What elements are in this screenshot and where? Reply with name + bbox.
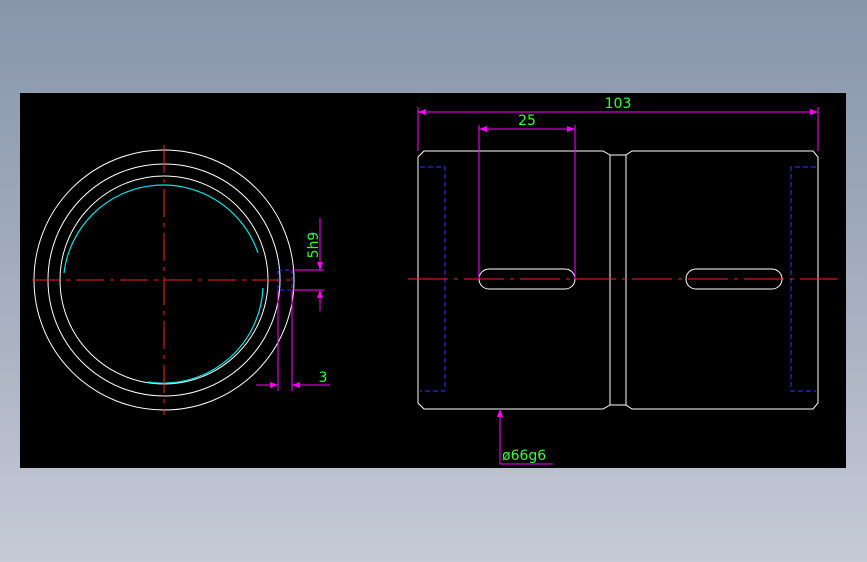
dim-3-text: 3 xyxy=(319,370,328,386)
thread-arc-lower xyxy=(147,287,264,384)
side-view: 103 25 ø66g6 xyxy=(408,96,838,465)
left-body-outline xyxy=(417,150,611,410)
right-body-outline xyxy=(625,150,819,410)
dim-103-text: 103 xyxy=(605,96,632,112)
cad-drawing: 5h9 3 103 25 ø66g6 xyxy=(32,96,838,465)
end-view: 5h9 3 xyxy=(32,145,330,415)
dim-25-text: 25 xyxy=(518,113,536,129)
dim-5h9-text: 5h9 xyxy=(306,232,322,259)
cad-drawing-canvas[interactable]: 5h9 3 103 25 ø66g6 xyxy=(20,93,846,468)
dim-diameter-text: ø66g6 xyxy=(502,448,546,464)
